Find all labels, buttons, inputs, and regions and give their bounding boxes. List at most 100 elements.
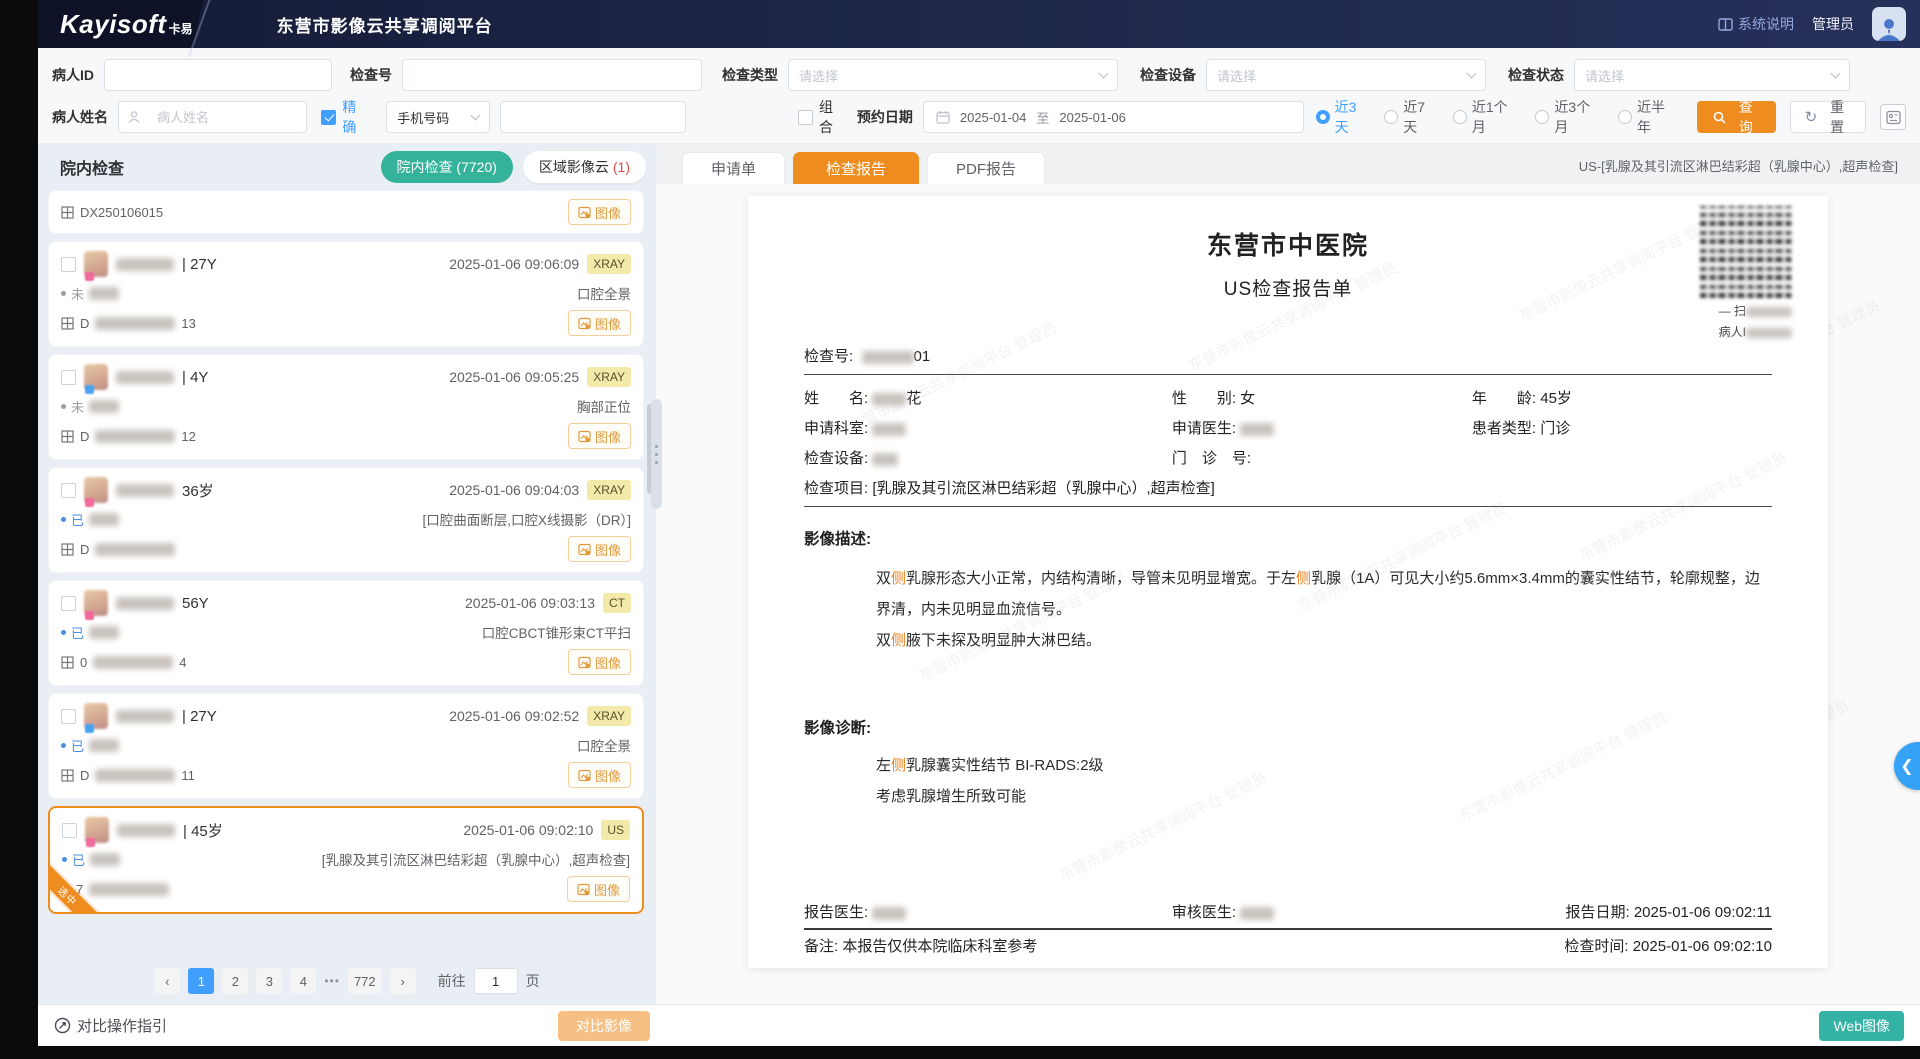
- patient-id-input[interactable]: [104, 59, 332, 91]
- tab-exam-report[interactable]: 检查报告: [793, 152, 919, 184]
- goto-page-group: 前往 页: [438, 968, 540, 994]
- image-button[interactable]: 图像: [568, 310, 631, 336]
- combo-checkbox-group[interactable]: 组合: [798, 97, 847, 137]
- exact-checkbox[interactable]: [321, 110, 336, 125]
- exam-list-item[interactable]: | 27Y 2025-01-06 09:06:09 XRAY 未 口腔全景 D1…: [48, 241, 644, 347]
- exam-list-item[interactable]: | 4Y 2025-01-06 09:05:25 XRAY 未 胸部正位 D12: [48, 354, 644, 460]
- patient-type-field: 患者类型: 门诊: [1472, 417, 1772, 438]
- source-tabs: 院内检查 (7720) 区域影像云 (1): [381, 151, 646, 183]
- page-button-last[interactable]: 772: [348, 968, 382, 994]
- page-unit-label: 页: [526, 971, 540, 991]
- goto-page-input[interactable]: [474, 968, 518, 994]
- guide-label: 对比操作指引: [77, 1015, 167, 1036]
- status-blurred: [89, 513, 119, 526]
- phone-input[interactable]: [500, 101, 686, 133]
- select-checkbox[interactable]: [61, 483, 76, 498]
- accession-number: 04: [61, 655, 186, 670]
- grid-icon: [61, 543, 74, 556]
- image-button[interactable]: 图像: [568, 536, 631, 562]
- select-checkbox[interactable]: [61, 257, 76, 272]
- combo-checkbox[interactable]: [798, 110, 813, 125]
- phone-type-select[interactable]: 手机号码: [386, 101, 490, 133]
- exam-type-select[interactable]: 请选择: [788, 59, 1118, 91]
- accession-number: D12: [61, 429, 196, 444]
- prev-page-button[interactable]: ‹: [154, 968, 180, 994]
- image-button[interactable]: 图像: [567, 876, 630, 902]
- page-button-2[interactable]: 2: [222, 968, 248, 994]
- page-button-1[interactable]: 1: [188, 968, 214, 994]
- user-avatar[interactable]: [1872, 7, 1906, 41]
- device-select[interactable]: 请选择: [1206, 59, 1486, 91]
- next-page-button[interactable]: ›: [390, 968, 416, 994]
- app-window: Kayisoft 卡易 东营市影像云共享调阅平台 系统说明 管理员 病人ID 检…: [38, 0, 1920, 1046]
- exam-no-input[interactable]: [402, 59, 702, 91]
- image-button[interactable]: 图像: [568, 762, 631, 788]
- select-checkbox[interactable]: [61, 370, 76, 385]
- name-blurred: [872, 393, 906, 406]
- range-radio-3months[interactable]: 近3个月: [1535, 97, 1604, 137]
- image-icon: [577, 883, 590, 896]
- exam-list-item[interactable]: | 27Y 2025-01-06 09:02:52 XRAY 已 口腔全景 D1…: [48, 693, 644, 799]
- qr-patient-line: 病人I: [1682, 323, 1792, 340]
- select-checkbox[interactable]: [61, 596, 76, 611]
- system-help-link[interactable]: 系统说明: [1718, 14, 1794, 34]
- divider: [804, 928, 1772, 930]
- tab-request-form[interactable]: 申请单: [682, 152, 785, 184]
- reset-label: 重置: [1823, 97, 1851, 137]
- exam-list-item[interactable]: 56Y 2025-01-06 09:03:13 CT 已 口腔CBCT锥形束CT…: [48, 580, 644, 686]
- select-checkbox[interactable]: [61, 709, 76, 724]
- exam-list-item[interactable]: 36岁 2025-01-06 09:04:03 XRAY 已 [口腔曲面断层,口…: [48, 467, 644, 573]
- report-doctor-field: 报告医生:: [804, 901, 1172, 922]
- refresh-icon: ↻: [1805, 108, 1818, 126]
- exam-datetime: 2025-01-06 09:06:09: [449, 256, 579, 272]
- date-label: 预约日期: [857, 107, 913, 127]
- list-header: 院内检查 院内检查 (7720) 区域影像云 (1): [38, 144, 656, 190]
- tab-regional-cloud[interactable]: 区域影像云 (1): [523, 151, 646, 183]
- page-button-4[interactable]: 4: [290, 968, 316, 994]
- patient-avatar: [84, 251, 108, 277]
- patient-name-blurred: [116, 484, 174, 497]
- panel-resize-handle[interactable]: [651, 399, 662, 509]
- page-ellipsis[interactable]: •••: [324, 974, 340, 988]
- image-button[interactable]: 图像: [568, 423, 631, 449]
- device-label: 检查设备: [1140, 65, 1196, 85]
- diagnosis-line: 考虑乳腺增生所致可能: [876, 781, 1768, 812]
- compare-images-button[interactable]: 对比影像: [558, 1011, 650, 1041]
- status-select[interactable]: 请选择: [1574, 59, 1850, 91]
- image-icon: [578, 206, 591, 219]
- range-radio-1month[interactable]: 近1个月: [1453, 97, 1522, 137]
- tab-pdf-report[interactable]: PDF报告: [927, 152, 1045, 184]
- range-radio-7days[interactable]: 近7天: [1384, 97, 1439, 137]
- date-range-picker[interactable]: 2025-01-04 至 2025-01-06: [923, 101, 1304, 133]
- patient-name-input[interactable]: [129, 102, 296, 132]
- tab-internal-exams[interactable]: 院内检查 (7720): [381, 151, 513, 183]
- current-exam-context: US-[乳腺及其引流区淋巴结彩超（乳腺中心）,超声检查]: [1579, 156, 1898, 184]
- web-image-button[interactable]: Web图像: [1819, 1011, 1904, 1041]
- guide-icon: [54, 1017, 71, 1034]
- report-paper: 东营市影像云共享调阅平台 管理员 东营市影像云共享调阅平台 管理员 东营市影像云…: [748, 196, 1828, 968]
- page-button-3[interactable]: 3: [256, 968, 282, 994]
- accession-blurred: [95, 430, 175, 443]
- exam-list-item-selected[interactable]: | 45岁 2025-01-06 09:02:10 US 已 [乳腺及其引流区淋…: [48, 806, 644, 914]
- exact-checkbox-group[interactable]: 精确: [321, 97, 370, 137]
- range-label: 近3个月: [1554, 97, 1604, 137]
- search-button[interactable]: 查询: [1697, 101, 1776, 133]
- compare-guide-link[interactable]: 对比操作指引: [54, 1015, 167, 1036]
- image-button-label: 图像: [595, 540, 621, 559]
- range-radio-3days[interactable]: 近3天: [1316, 97, 1371, 137]
- patient-info-grid: 姓 名: 花 性 别: 女 年 龄: 45岁 申请科室: 申请医生: 患者类型:…: [804, 387, 1772, 498]
- patient-name-field: [118, 101, 307, 133]
- tab-regional-label: 区域影像云: [539, 157, 609, 177]
- chevron-down-icon: [1099, 69, 1109, 79]
- accession-blurred: [95, 769, 175, 782]
- card-view-toggle[interactable]: [1880, 104, 1906, 130]
- description-line: 双侧乳腺形态大小正常，内结构清晰，导管未见明显增宽。于左侧乳腺（1A）可见大小约…: [876, 563, 1768, 625]
- reset-button[interactable]: ↻ 重置: [1790, 101, 1866, 133]
- select-checkbox[interactable]: [62, 823, 77, 838]
- image-button[interactable]: 图像: [568, 649, 631, 675]
- image-button[interactable]: 图像: [568, 199, 631, 225]
- range-radio-6months[interactable]: 近半年: [1618, 97, 1679, 137]
- topbar: Kayisoft 卡易 东营市影像云共享调阅平台 系统说明 管理员: [38, 0, 1920, 48]
- exam-list-item[interactable]: DX250106015 图像: [48, 190, 644, 234]
- dept-field: 申请科室:: [804, 417, 1172, 438]
